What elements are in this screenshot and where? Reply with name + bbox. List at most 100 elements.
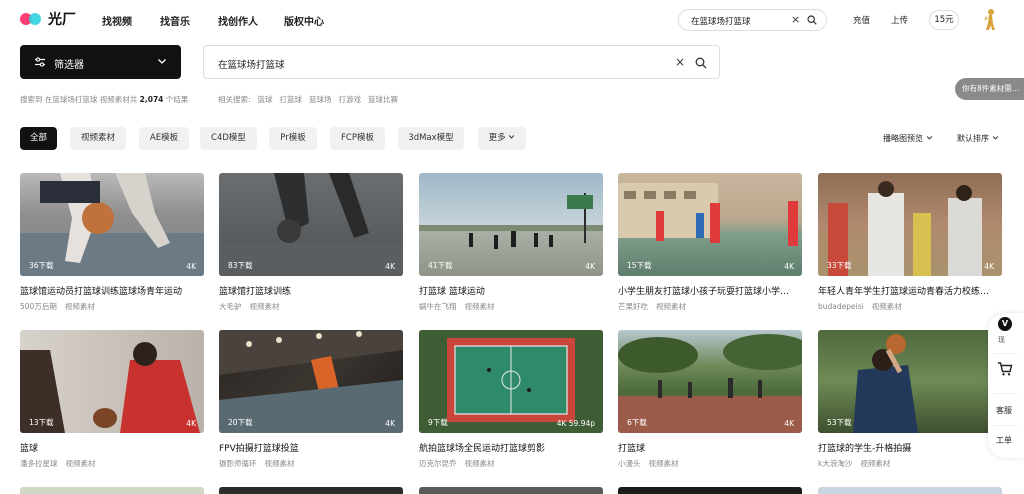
- notification-pill[interactable]: 你有8件素材需…: [955, 78, 1024, 100]
- tab-pr[interactable]: Pr模板: [269, 127, 317, 150]
- quality-badge: 4K: [784, 419, 794, 428]
- clear-icon[interactable]: ×: [675, 55, 685, 69]
- tab-more[interactable]: 更多: [478, 127, 526, 150]
- video-thumbnail[interactable]: 9下载 4K 59.94p: [419, 330, 603, 433]
- video-author[interactable]: 蜗牛在飞翔: [419, 302, 457, 311]
- video-thumbnail[interactable]: [818, 487, 1002, 494]
- related-searches: 相关搜索: 篮球 打篮球 篮球场 打游戏 篮球比赛: [218, 94, 398, 105]
- video-title[interactable]: 篮球馆运动员打篮球训练篮球场青年运动: [20, 284, 204, 297]
- tab-video[interactable]: 视频素材: [70, 127, 126, 150]
- video-type: 视频素材: [648, 459, 679, 468]
- nav-link-videos[interactable]: 找视频: [102, 13, 132, 28]
- clear-icon[interactable]: ×: [791, 13, 800, 26]
- customer-service-button[interactable]: 客服: [996, 405, 1012, 416]
- video-title[interactable]: 打篮球 篮球运动: [419, 284, 603, 297]
- video-title[interactable]: 篮球馆打篮球训练: [219, 284, 403, 297]
- download-count: 20下载: [228, 418, 253, 427]
- video-meta: 潘多拉星球 视频素材: [20, 458, 96, 469]
- user-avatar-icon[interactable]: [983, 8, 997, 32]
- related-item[interactable]: 打游戏: [339, 94, 362, 105]
- video-title[interactable]: 年轻人青年学生打篮球运动青春活力校练…: [818, 284, 1002, 297]
- vip-icon[interactable]: V: [998, 317, 1012, 331]
- video-author[interactable]: 大毛驴: [219, 302, 242, 311]
- video-thumbnail[interactable]: [618, 487, 802, 494]
- related-item[interactable]: 篮球场: [309, 94, 332, 105]
- video-meta: 芒果好吃 视频素材: [618, 301, 686, 312]
- download-count: 33下载: [827, 261, 852, 270]
- video-author[interactable]: 迈克尔昆乔: [419, 459, 457, 468]
- preview-mode-select[interactable]: 播略图预览: [883, 133, 933, 144]
- related-item[interactable]: 篮球比赛: [368, 94, 398, 105]
- video-title[interactable]: 篮球: [20, 441, 204, 454]
- related-label: 相关搜索:: [218, 95, 251, 104]
- video-thumbnail[interactable]: 83下载 4K: [219, 173, 403, 276]
- tab-all[interactable]: 全部: [20, 127, 57, 150]
- quality-badge: 4K: [186, 262, 196, 271]
- video-thumbnail[interactable]: 6下载 4K: [618, 330, 802, 433]
- result-suffix: 个结果: [165, 95, 189, 104]
- download-count: 15下载: [627, 261, 652, 270]
- result-prefix: 搜索到 在篮球场打篮球 视频素材共: [20, 95, 138, 104]
- tools-button[interactable]: 工单: [996, 435, 1012, 446]
- filter-label: 筛选器: [54, 60, 84, 71]
- nav-link-music[interactable]: 找音乐: [160, 13, 190, 28]
- download-count: 6下载: [627, 418, 647, 427]
- video-title[interactable]: 打篮球: [618, 441, 802, 454]
- main-search-value: 在篮球场打篮球: [218, 60, 285, 71]
- video-thumbnail[interactable]: [419, 487, 603, 494]
- chevron-down-icon: [992, 136, 998, 140]
- tab-fcp[interactable]: FCP模板: [330, 127, 385, 150]
- related-item[interactable]: 篮球: [258, 94, 273, 105]
- sort-order-select[interactable]: 默认排序: [957, 133, 999, 144]
- video-author[interactable]: 芒果好吃: [618, 302, 648, 311]
- video-author[interactable]: budadepeisi: [818, 302, 864, 311]
- video-author[interactable]: 小漫头: [618, 459, 641, 468]
- filter-button[interactable]: 筛选器: [20, 45, 181, 79]
- video-thumbnail[interactable]: [20, 487, 204, 494]
- video-meta: 小漫头 视频素材: [618, 458, 679, 469]
- video-meta: 摄影师循环 视频素材: [219, 458, 295, 469]
- video-title[interactable]: FPV拍摄打篮球投篮: [219, 441, 403, 454]
- recharge-link[interactable]: 充值: [853, 14, 870, 26]
- nav-link-copyright[interactable]: 版权中心: [284, 13, 324, 28]
- main-search-input[interactable]: 在篮球场打篮球 ×: [203, 45, 720, 79]
- video-title[interactable]: 航拍篮球场全民运动打篮球剪影: [419, 441, 603, 454]
- video-thumbnail[interactable]: 33下载 4K: [818, 173, 1002, 276]
- video-thumbnail[interactable]: 20下载 4K: [219, 330, 403, 433]
- upload-link[interactable]: 上传: [891, 14, 908, 26]
- video-meta: 大毛驴 视频素材: [219, 301, 280, 312]
- video-thumbnail[interactable]: [219, 487, 403, 494]
- tab-more-label: 更多: [488, 133, 506, 143]
- video-thumbnail[interactable]: 36下载 4K: [20, 173, 204, 276]
- brand-logo[interactable]: 光厂: [20, 9, 76, 29]
- top-nav: 光厂 找视频 找音乐 找创作人 版权中心 在篮球场打篮球 × 充值 上传 15元: [0, 0, 1024, 40]
- video-author[interactable]: 500万后期: [20, 302, 57, 311]
- divider: [994, 425, 1018, 426]
- video-author[interactable]: 潘多拉星球: [20, 459, 58, 468]
- video-title[interactable]: 小学生朋友打篮球小孩子玩耍打篮球小学…: [618, 284, 802, 297]
- search-icon[interactable]: [695, 57, 707, 69]
- tab-3dmax[interactable]: 3dMax模型: [398, 127, 464, 150]
- nav-link-creators[interactable]: 找创作人: [218, 13, 258, 28]
- vip-label: 现: [998, 336, 1005, 344]
- video-meta: 500万后期 视频素材: [20, 301, 95, 312]
- sort-order-label: 默认排序: [957, 134, 989, 143]
- video-author[interactable]: k大浪淘沙: [818, 459, 852, 468]
- video-type: 视频素材: [65, 459, 96, 468]
- video-thumbnail[interactable]: 15下载 4K: [618, 173, 802, 276]
- search-icon[interactable]: [807, 15, 817, 25]
- video-thumbnail[interactable]: 53下载 4: [818, 330, 1002, 433]
- chevron-down-icon: [926, 136, 932, 140]
- top-search-input[interactable]: 在篮球场打篮球 ×: [678, 9, 827, 31]
- video-title[interactable]: 打篮球的学生-升格拍摄: [818, 441, 1002, 454]
- cart-icon[interactable]: [997, 361, 1013, 377]
- tab-c4d[interactable]: C4D模型: [200, 127, 257, 150]
- video-author[interactable]: 摄影师循环: [219, 459, 257, 468]
- quality-badge: 4K: [385, 419, 395, 428]
- balance-badge[interactable]: 15元: [929, 10, 959, 30]
- tab-ae[interactable]: AE模板: [139, 127, 189, 150]
- video-thumbnail[interactable]: 41下载 4K: [419, 173, 603, 276]
- related-item[interactable]: 打篮球: [280, 94, 303, 105]
- video-thumbnail[interactable]: 13下载 4K: [20, 330, 204, 433]
- video-type: 视频素材: [64, 302, 95, 311]
